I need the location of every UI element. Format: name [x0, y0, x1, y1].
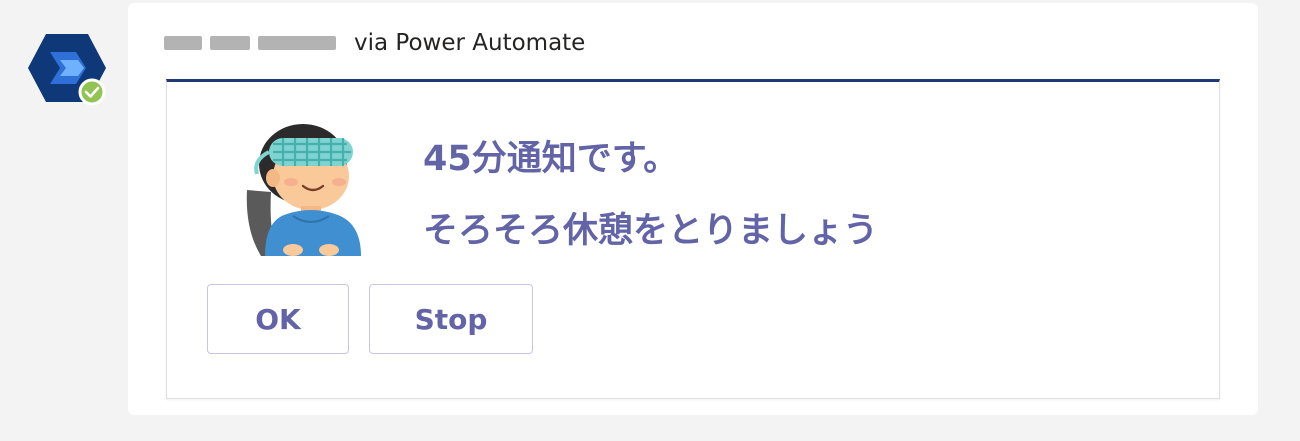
sender-via-label: via Power Automate	[354, 30, 586, 56]
stop-button[interactable]: Stop	[369, 284, 533, 354]
chat-message: via Power Automate 45分通知です。 そろそろ休憩をとりましょ…	[128, 3, 1258, 415]
redacted-sender-name	[164, 32, 340, 54]
bot-avatar[interactable]	[26, 30, 110, 106]
eye-mask-relax-illustration	[246, 124, 361, 256]
message-header: via Power Automate	[164, 29, 585, 57]
available-check-icon	[78, 78, 106, 106]
card-body-text: そろそろ休憩をとりましょう	[423, 211, 879, 251]
ok-button[interactable]: OK	[207, 284, 349, 354]
adaptive-card: 45分通知です。 そろそろ休憩をとりましょう OK Stop	[166, 79, 1220, 399]
card-title: 45分通知です。	[423, 139, 679, 179]
